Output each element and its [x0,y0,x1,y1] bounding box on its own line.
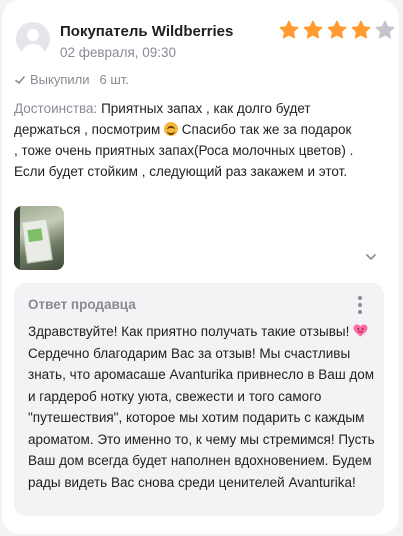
review-text: Достоинства: Приятных запах , как долго … [14,98,354,182]
chevron-down-icon[interactable] [364,250,378,264]
review-photo-thumbnail[interactable] [14,206,64,270]
pros-label: Достоинства: [14,101,98,116]
heart-face-icon [353,324,368,337]
review-card: Покупатель Wildberries 02 февраля, 09:30… [2,0,399,534]
purchase-info: Выкупили 6 шт. [14,72,129,87]
review-date: 02 февраля, 09:30 [60,45,177,60]
seller-reply-text: Здравствуйте! Как приятно получать такие… [28,321,378,493]
bought-quantity: 6 шт. [99,72,129,87]
star-filled-icon [279,20,299,39]
star-filled-icon [303,20,323,39]
smiling-face-icon [164,122,179,136]
avatar [16,22,50,56]
rating-stars [278,19,398,41]
seller-reply-line1: Здравствуйте! Как приятно получать такие… [28,324,350,339]
seller-reply: Ответ продавца Здравствуйте! Как приятно… [14,283,384,516]
seller-reply-text-rest: Сердечно благодарим Вас за отзыв! Мы сча… [28,345,375,490]
check-icon [15,75,25,84]
author-name: Покупатель Wildberries [60,23,234,40]
seller-reply-title: Ответ продавца [28,297,136,312]
bought-label: Выкупили [30,72,90,87]
star-filled-icon [351,20,371,39]
star-filled-icon [327,20,347,39]
more-options-icon[interactable] [354,294,366,316]
star-empty-icon [375,20,395,39]
